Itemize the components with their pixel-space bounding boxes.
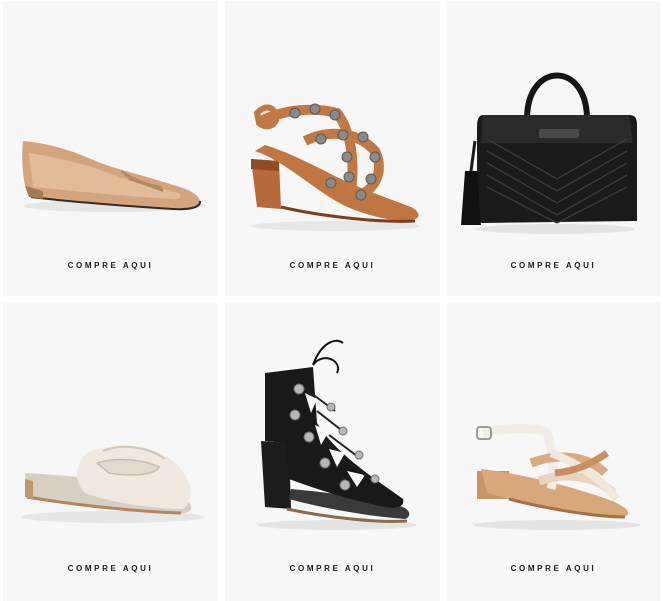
compre-aqui-link[interactable]: COMPRE AQUI [3, 261, 218, 270]
product-card-lace-bootie[interactable]: COMPRE AQUI [225, 303, 440, 601]
compre-aqui-link[interactable]: COMPRE AQUI [225, 261, 440, 270]
product-card-mule[interactable]: COMPRE AQUI [3, 303, 218, 601]
product-card-flat[interactable]: COMPRE AQUI [3, 1, 218, 296]
product-card-handbag[interactable]: COMPRE AQUI [447, 1, 660, 296]
compre-aqui-link[interactable]: COMPRE AQUI [447, 564, 660, 573]
studded-tan-sandal-image [250, 103, 420, 231]
compre-aqui-link[interactable]: COMPRE AQUI [225, 564, 440, 573]
product-card-strap-sandal[interactable]: COMPRE AQUI [447, 303, 660, 601]
strappy-two-tone-sandal-image [473, 424, 641, 530]
compre-aqui-link[interactable]: COMPRE AQUI [447, 261, 660, 270]
product-grid: COMPRE AQUI COMPRE AQUI COMPRE AQUI COMP… [0, 0, 663, 601]
black-lace-up-bootie-image [257, 339, 417, 530]
product-card-stud-sandal[interactable]: COMPRE AQUI [225, 1, 440, 296]
black-quilted-handbag-image [461, 72, 637, 234]
compre-aqui-link[interactable]: COMPRE AQUI [3, 564, 218, 573]
nude-pointed-flat-shoe-image [22, 141, 203, 212]
cream-loafer-mule-image [21, 445, 205, 523]
